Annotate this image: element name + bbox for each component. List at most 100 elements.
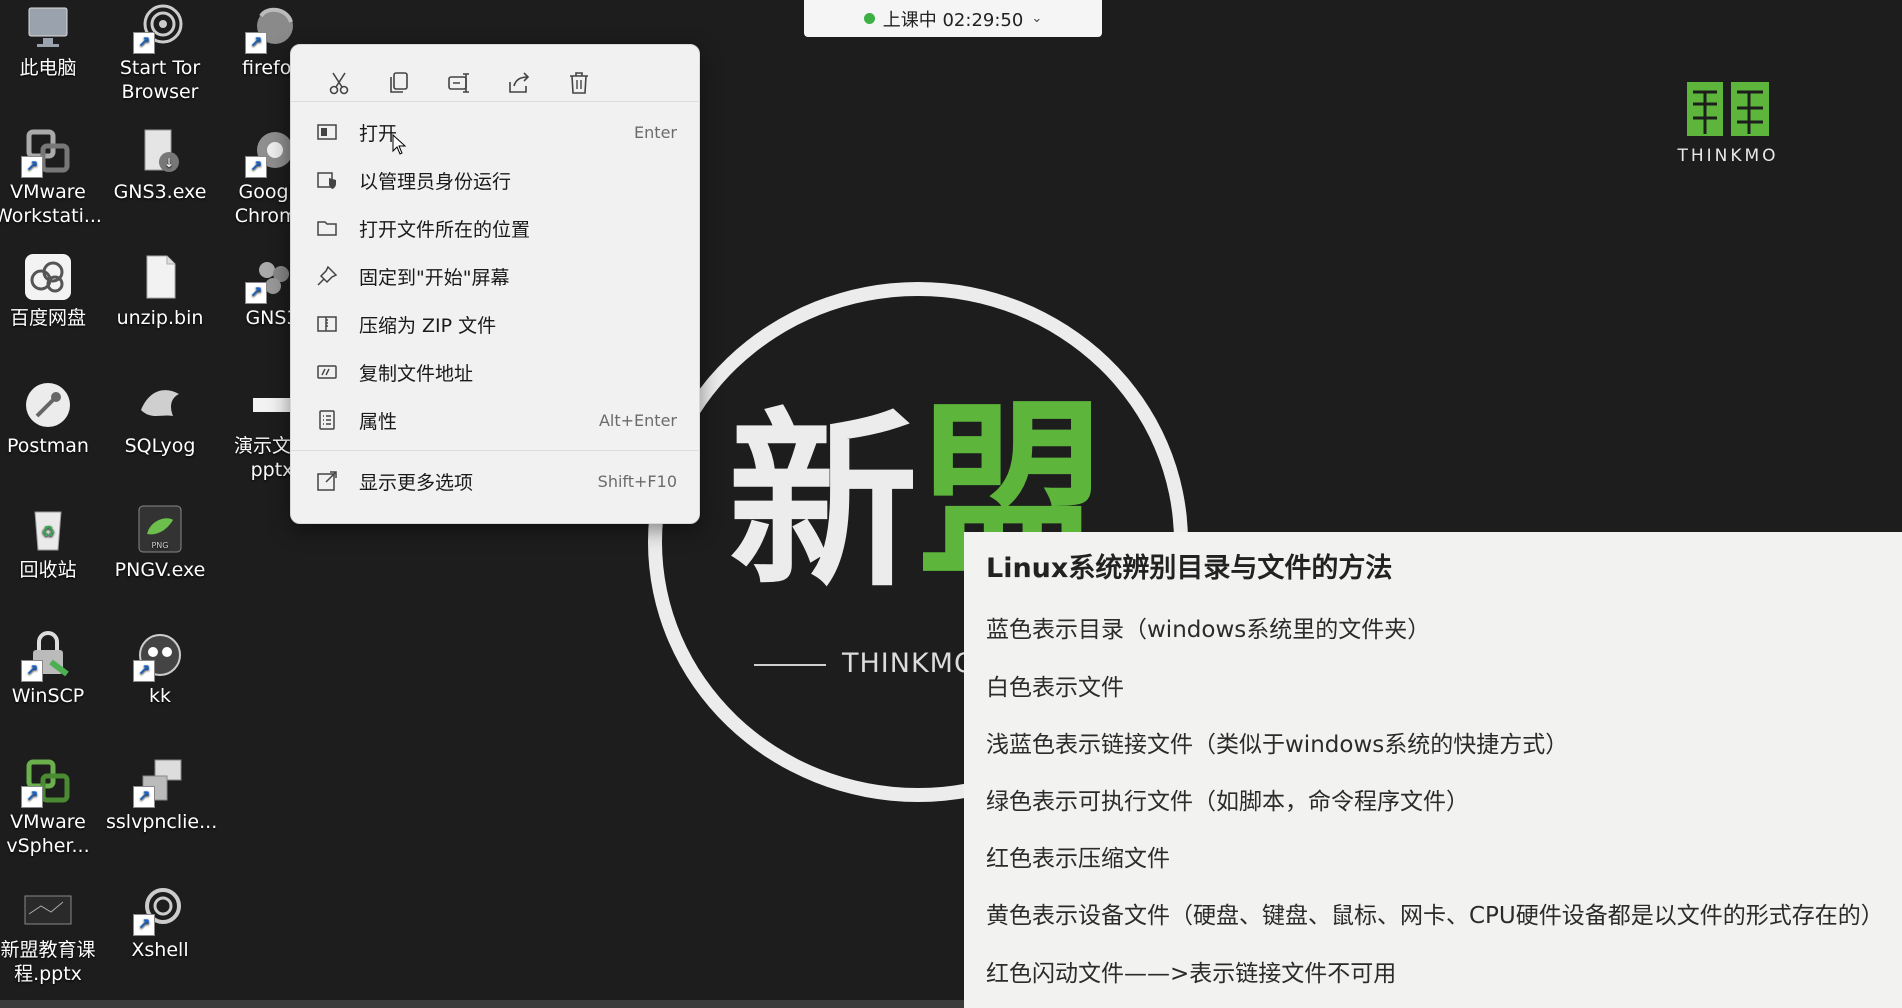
desktop-icon-unzip-bin[interactable]: unzip.bin (106, 252, 214, 330)
winscp-icon: ↗ (21, 630, 73, 682)
desktop-icon-label: PNGV.exe (114, 559, 206, 581)
shortcut-arrow-icon: ↗ (245, 282, 267, 304)
shortcut-arrow-icon: ↗ (21, 660, 43, 682)
timer-text: 上课中 02:29:50 (882, 9, 1024, 31)
file-icon (135, 252, 185, 302)
more-options-icon (315, 469, 339, 493)
desktop-icon-baidu-netdisk[interactable]: 百度网盘 (0, 252, 102, 330)
desktop-icon-sqlyog[interactable]: SQLyog (106, 380, 214, 458)
shortcut-arrow-icon: ↗ (133, 786, 155, 808)
menu-item-pin-to-start[interactable]: 固定到"开始"屏幕 (291, 252, 699, 300)
svg-text:♻: ♻ (41, 522, 55, 541)
menu-item-shortcut: Shift+F10 (597, 471, 677, 491)
desktop-icon-label: 此电脑 (19, 57, 77, 79)
pngv-icon: PNG (135, 504, 185, 554)
desktop-icon-sslvpn[interactable]: ↗ sslvpnclie... (106, 756, 218, 834)
kk-icon: ↗ (133, 630, 185, 682)
thinkmo-logo-mark (1687, 82, 1769, 136)
desktop-icon-pngv[interactable]: PNG PNGV.exe (106, 504, 214, 582)
copy-icon[interactable] (369, 63, 429, 103)
desktop-icon-label: VMware Workstati... (0, 181, 102, 227)
menu-item-open[interactable]: 打开 Enter (291, 108, 699, 156)
shortcut-arrow-icon: ↗ (133, 914, 155, 936)
xshell-icon: ↗ (133, 884, 185, 936)
gns3-exe-icon: ↓ (135, 126, 185, 176)
sqlyog-icon (135, 380, 185, 430)
desktop-icon-vmware-vsphere[interactable]: ↗ VMware vSpher... (0, 756, 102, 858)
menu-item-show-more-options[interactable]: 显示更多选项 Shift+F10 (291, 457, 699, 505)
rename-icon[interactable] (429, 63, 489, 103)
share-icon[interactable] (489, 63, 549, 103)
slide-line: 黄色表示设备文件（硬盘、键盘、鼠标、网卡、CPU硬件设备都是以文件的形式存在的） (986, 903, 1884, 929)
center-subtitle: THINKMO (842, 648, 977, 679)
slide-line: 绿色表示可执行文件（如脚本，命令程序文件） (986, 789, 1469, 815)
pin-icon (315, 264, 339, 288)
svg-text:PNG: PNG (151, 541, 168, 550)
chevron-down-icon[interactable]: ⌄ (1031, 11, 1042, 26)
shortcut-arrow-icon: ↗ (21, 786, 43, 808)
open-icon (315, 120, 339, 144)
desktop-icon-recycle-bin[interactable]: ♻ 回收站 (0, 504, 102, 582)
desktop-icon-gns3-exe[interactable]: ↓ GNS3.exe (106, 126, 214, 204)
sslvpn-icon: ↗ (133, 756, 185, 808)
menu-item-shortcut: Enter (634, 122, 677, 142)
vmware-icon: ↗ (21, 126, 73, 178)
menu-item-label: 打开文件所在的位置 (359, 218, 531, 241)
properties-icon (315, 408, 339, 432)
slide-line: 红色闪动文件——>表示链接文件不可用 (986, 961, 1397, 987)
shortcut-arrow-icon: ↗ (21, 156, 43, 178)
pptx-thumb-icon (23, 884, 73, 934)
desktop-icon-xshell[interactable]: ↗ Xshell (106, 884, 214, 962)
desktop-icon-this-pc[interactable]: 此电脑 (0, 2, 102, 80)
desktop-icon-label: sslvpnclie... (106, 811, 218, 833)
menu-item-open-location[interactable]: 打开文件所在的位置 (291, 204, 699, 252)
delete-icon[interactable] (549, 63, 609, 103)
brand-text: THINKMO (1677, 146, 1779, 166)
taskbar-edge (0, 1000, 964, 1008)
copy-path-icon (315, 360, 339, 384)
menu-item-label: 以管理员身份运行 (359, 170, 512, 193)
slide-line: 红色表示压缩文件 (986, 846, 1170, 872)
slide-line: 浅蓝色表示链接文件（类似于windows系统的快捷方式） (986, 732, 1569, 758)
menu-item-copy-path[interactable]: 复制文件地址 (291, 348, 699, 396)
folder-icon (315, 216, 339, 240)
desktop-icon-label: Start Tor Browser (119, 57, 201, 103)
desktop-icon-winscp[interactable]: ↗ WinSCP (0, 630, 102, 708)
desktop-icon-label: 百度网盘 (9, 307, 86, 329)
menu-separator (291, 450, 699, 451)
shortcut-arrow-icon: ↗ (245, 156, 267, 178)
menu-item-shortcut: Alt+Enter (598, 410, 677, 430)
logo-char-xin: 新 (728, 392, 919, 613)
desktop-icon-vmware-workstation[interactable]: ↗ VMware Workstati... (0, 126, 102, 228)
cut-icon[interactable] (309, 63, 369, 103)
class-timer-bar[interactable]: 上课中 02:29:50 ⌄ (804, 0, 1102, 37)
live-status-dot (863, 13, 875, 24)
slide-text-panel: Linux系统辨别目录与文件的方法 蓝色表示目录（windows系统里的文件夹）… (964, 532, 1902, 1008)
computer-icon (23, 2, 73, 52)
desktop-icon-label: GNS3.exe (113, 181, 207, 203)
menu-item-label: 固定到"开始"屏幕 (359, 266, 510, 289)
tor-icon: ↗ (133, 2, 185, 54)
desktop-icon-kk[interactable]: ↗ kk (106, 630, 214, 708)
desktop-icon-tor-browser[interactable]: ↗ Start Tor Browser (106, 2, 214, 104)
desktop-icon-xinmeng-pptx[interactable]: 新盟教育课 程.pptx (0, 884, 102, 986)
menu-item-label: 显示更多选项 (359, 471, 474, 494)
menu-item-compress-zip[interactable]: 压缩为 ZIP 文件 (291, 300, 699, 348)
mouse-cursor-icon (392, 134, 407, 155)
context-menu-toolbar (291, 45, 699, 95)
desktop-icon-label: VMware vSpher... (6, 811, 90, 857)
desktop-icon-label: Xshell (131, 939, 189, 961)
vsphere-icon: ↗ (21, 756, 73, 808)
menu-item-properties[interactable]: 属性 Alt+Enter (291, 396, 699, 444)
shortcut-arrow-icon: ↗ (133, 32, 155, 54)
desktop-icon-postman[interactable]: Postman (0, 380, 102, 458)
shield-icon (315, 168, 339, 192)
svg-text:↓: ↓ (164, 156, 174, 170)
postman-icon (23, 380, 73, 430)
desktop-icon-label: WinSCP (11, 685, 85, 707)
divider (754, 664, 826, 666)
menu-item-label: 压缩为 ZIP 文件 (359, 314, 497, 337)
slide-title: Linux系统辨别目录与文件的方法 (986, 553, 1393, 584)
menu-item-run-as-admin[interactable]: 以管理员身份运行 (291, 156, 699, 204)
desktop-icon-label: 新盟教育课 程.pptx (0, 939, 96, 985)
